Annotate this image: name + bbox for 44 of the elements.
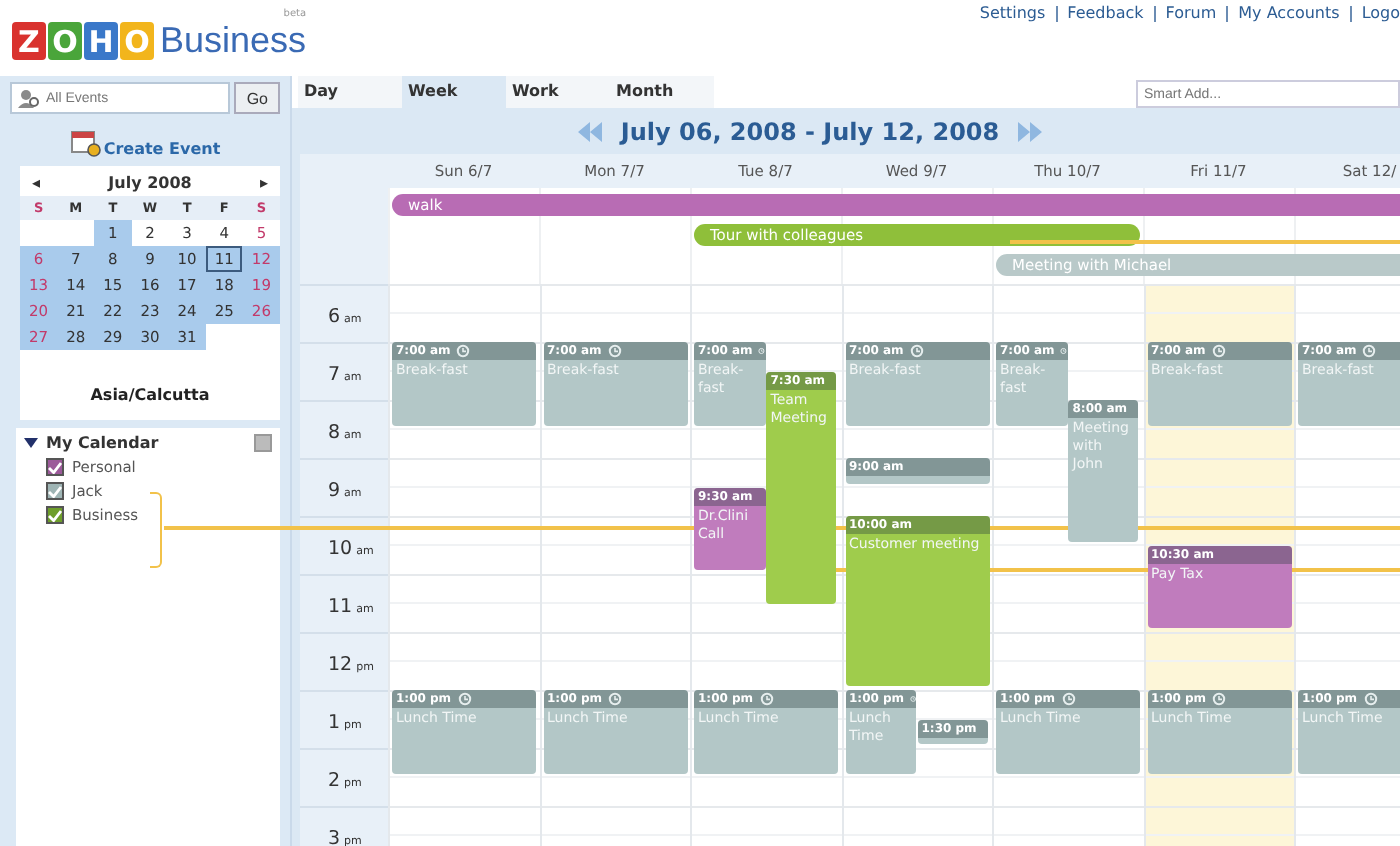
repeat-icon: [1362, 344, 1377, 358]
repeat-icon: [1212, 692, 1227, 706]
header-link[interactable]: Settings: [979, 4, 1046, 22]
calendar-group-toggle[interactable]: My Calendar: [24, 434, 159, 452]
view-tab[interactable]: Work: [506, 76, 610, 108]
repeat-icon: [1061, 692, 1076, 706]
repeat-icon: [457, 692, 472, 706]
search-icon: [18, 88, 40, 110]
repeat-icon: [759, 692, 774, 706]
repeat-icon: [758, 344, 766, 358]
logo-tile: Z: [12, 22, 46, 60]
go-button[interactable]: Go: [234, 82, 280, 114]
expand-triangle-icon: [24, 436, 38, 450]
month-title: July 2008: [108, 173, 192, 191]
view-tab[interactable]: Day: [298, 76, 402, 108]
view-tab[interactable]: Week: [402, 76, 506, 108]
repeat-icon: [910, 692, 917, 706]
header-link[interactable]: Logo: [1361, 4, 1400, 22]
header-link[interactable]: Feedback: [1067, 4, 1144, 22]
header-link[interactable]: My Accounts: [1238, 4, 1340, 22]
repeat-icon: [607, 344, 622, 358]
calendar-checkbox[interactable]: [46, 506, 64, 524]
timezone-label: Asia/Calcutta: [20, 362, 280, 420]
repeat-icon: [1211, 344, 1226, 358]
double-left-arrow-icon: [576, 121, 605, 141]
previous-month-button[interactable]: ◂: [32, 173, 41, 191]
create-event-link[interactable]: Create Event: [69, 130, 221, 158]
logo-tile: O: [120, 22, 154, 60]
date-range-title: July 06, 2008 - July 12, 2008: [620, 117, 1000, 145]
repeat-icon: [608, 692, 623, 706]
double-right-arrow-icon: [1015, 121, 1044, 141]
calendar-checkbox[interactable]: [46, 482, 64, 500]
calendar-checkbox[interactable]: [46, 458, 64, 476]
logo-text: Business: [160, 20, 307, 60]
repeat-icon: [909, 344, 924, 358]
repeat-icon: [456, 344, 471, 358]
repeat-icon: [1363, 692, 1378, 706]
logo-tile: H: [84, 22, 118, 60]
repeat-icon: [1060, 344, 1068, 358]
logo-tile: O: [48, 22, 82, 60]
view-tab[interactable]: Month: [610, 76, 714, 108]
calendar-icon: [69, 130, 102, 158]
next-month-button[interactable]: ▸: [259, 173, 268, 191]
header-link[interactable]: Forum: [1165, 4, 1217, 22]
